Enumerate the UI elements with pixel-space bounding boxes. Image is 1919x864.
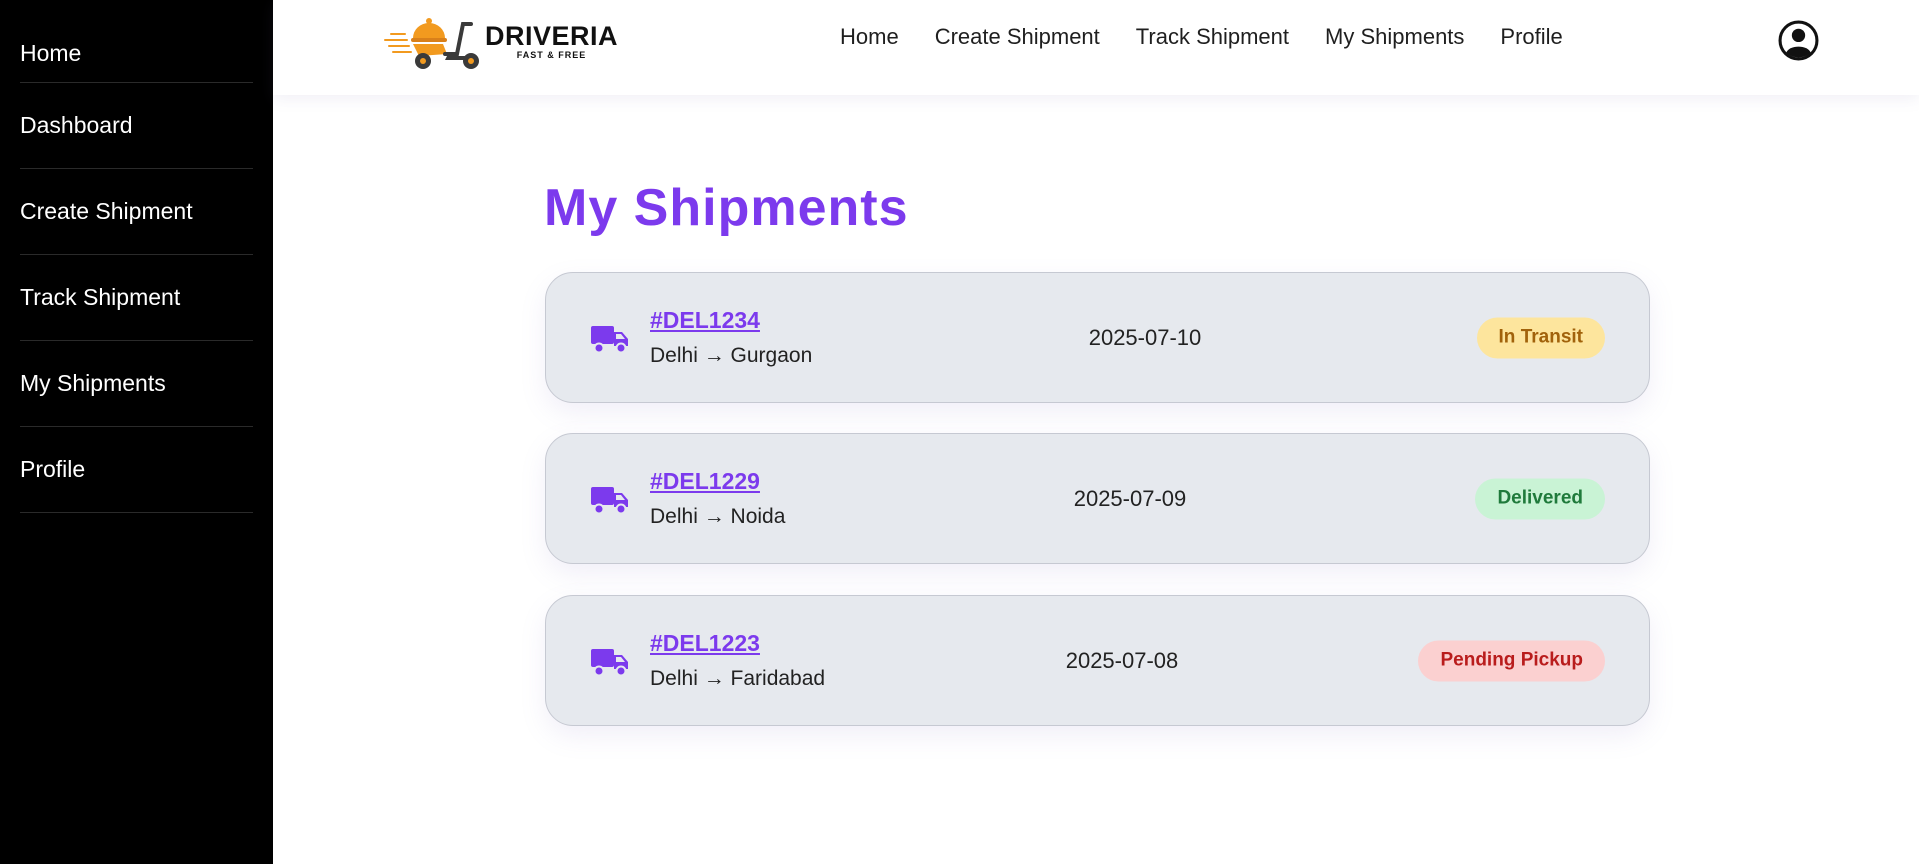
- top-nav: Home Create Shipment Track Shipment My S…: [840, 24, 1563, 50]
- shipment-card[interactable]: #DEL1234 Delhi → Gurgaon 2025-07-10 In T…: [545, 272, 1650, 403]
- nav-link-my-shipments[interactable]: My Shipments: [1325, 24, 1464, 50]
- brand-tagline: FAST & FREE: [516, 50, 587, 60]
- status-badge: Pending Pickup: [1418, 640, 1605, 681]
- user-avatar-icon[interactable]: [1778, 20, 1819, 61]
- sidebar: Home Dashboard Create Shipment Track Shi…: [0, 0, 273, 864]
- sidebar-item-label: Home: [20, 40, 82, 66]
- shipment-card[interactable]: #DEL1223 Delhi → Faridabad 2025-07-08 Pe…: [545, 595, 1650, 726]
- sidebar-item-label: Dashboard: [20, 112, 133, 138]
- nav-link-profile[interactable]: Profile: [1500, 24, 1562, 50]
- shipment-route: Delhi → Faridabad: [650, 667, 826, 690]
- sidebar-item-track-shipment[interactable]: Track Shipment: [20, 255, 253, 341]
- shipment-route: Delhi → Noida: [650, 505, 786, 528]
- shipment-card[interactable]: #DEL1229 Delhi → Noida 2025-07-09 Delive…: [545, 433, 1650, 564]
- sidebar-item-my-shipments[interactable]: My Shipments: [20, 341, 253, 427]
- shipment-date: 2025-07-08: [1065, 647, 1179, 673]
- sidebar-item-label: Create Shipment: [20, 198, 193, 224]
- truck-icon: [591, 325, 628, 353]
- shipment-id-link[interactable]: #DEL1223: [650, 630, 760, 657]
- nav-link-track-shipment[interactable]: Track Shipment: [1136, 24, 1289, 50]
- nav-link-create-shipment[interactable]: Create Shipment: [935, 24, 1100, 50]
- sidebar-item-label: Profile: [20, 456, 86, 482]
- sidebar-item-home[interactable]: Home: [20, 28, 253, 83]
- shipment-route: Delhi → Gurgaon: [650, 344, 813, 367]
- truck-icon: [591, 648, 628, 676]
- brand-name: DRIVERIA: [485, 21, 619, 51]
- sidebar-item-label: My Shipments: [20, 370, 166, 396]
- nav-link-home[interactable]: Home: [840, 24, 899, 50]
- truck-icon: [591, 486, 628, 514]
- sidebar-item-dashboard[interactable]: Dashboard: [20, 83, 253, 169]
- shipment-id-link[interactable]: #DEL1234: [650, 307, 760, 334]
- page-title: My Shipments: [544, 179, 909, 237]
- brand-logo[interactable]: DRIVERIA FAST & FREE: [383, 10, 623, 72]
- status-badge: Delivered: [1475, 478, 1605, 519]
- sidebar-item-profile[interactable]: Profile: [20, 427, 253, 513]
- top-navbar: DRIVERIA FAST & FREE Home Create Shipmen…: [273, 0, 1919, 95]
- shipment-date: 2025-07-10: [1088, 324, 1202, 350]
- scooter-logo-icon: [384, 18, 479, 69]
- shipment-date: 2025-07-09: [1073, 485, 1187, 511]
- sidebar-item-label: Track Shipment: [20, 284, 181, 310]
- sidebar-item-create-shipment[interactable]: Create Shipment: [20, 169, 253, 255]
- shipment-id-link[interactable]: #DEL1229: [650, 468, 760, 495]
- status-badge: In Transit: [1476, 317, 1605, 358]
